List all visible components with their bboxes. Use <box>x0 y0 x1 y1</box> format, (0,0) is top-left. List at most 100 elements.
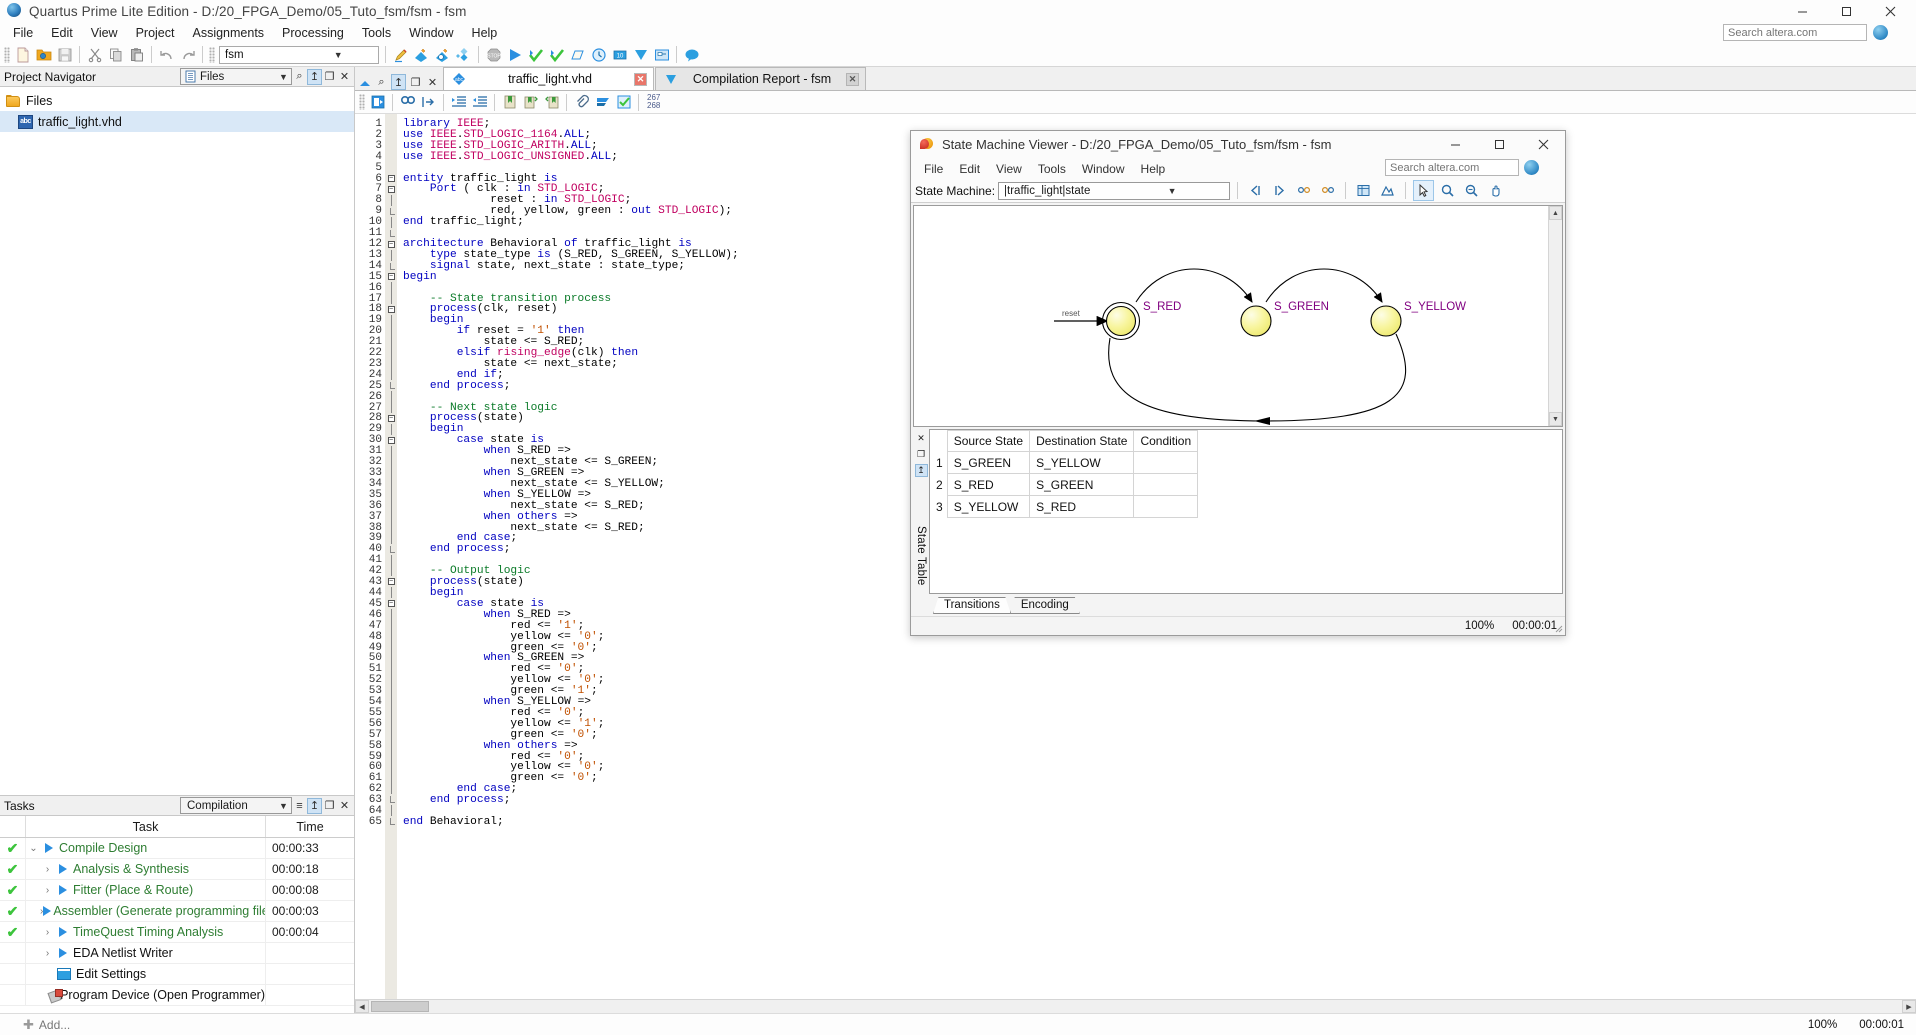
tasks-flow-selector[interactable]: Compilation ▼ <box>180 797 292 814</box>
smv-menu-file[interactable]: File <box>916 160 951 178</box>
tab-close-icon[interactable]: ✕ <box>634 72 647 86</box>
tab-transitions[interactable]: Transitions <box>933 597 1011 614</box>
scrollbar-thumb[interactable] <box>371 1001 429 1012</box>
tab-encoding[interactable]: Encoding <box>1009 597 1080 614</box>
toolbar-grip[interactable] <box>4 46 10 63</box>
increase-indent-icon[interactable] <box>448 92 469 113</box>
paste-icon[interactable] <box>126 44 147 65</box>
save-file-icon[interactable] <box>54 44 75 65</box>
task-row-edit-settings[interactable]: Edit Settings <box>0 964 354 985</box>
task-row-timequest[interactable]: ✔ › TimeQuest Timing Analysis 00:00:04 <box>0 922 354 943</box>
navigator-close-icon[interactable]: ✕ <box>337 69 352 85</box>
bookmark-next-icon[interactable] <box>520 92 541 113</box>
menu-assignments[interactable]: Assignments <box>183 24 273 42</box>
check-syntax-icon[interactable] <box>613 92 634 113</box>
fold-collapse-icon[interactable]: − <box>387 436 395 444</box>
scroll-up-icon[interactable]: ▲ <box>1549 206 1562 220</box>
rtl-viewer-icon[interactable] <box>651 44 672 65</box>
tab-compilation-report[interactable]: Compilation Report - fsm ✕ <box>655 67 866 90</box>
editor-toolbar-grip[interactable] <box>359 94 365 110</box>
code-line[interactable]: when S_YELLOW => <box>403 696 1916 708</box>
zoom-tool-icon[interactable] <box>1437 180 1458 201</box>
pan-hand-icon[interactable] <box>1485 180 1506 201</box>
analysis-synthesis-icon[interactable] <box>432 44 453 65</box>
insert-template-icon[interactable] <box>367 92 388 113</box>
state-diagram-canvas[interactable]: reset S_RED S_GREEN S_YELLOW <box>914 206 1548 426</box>
fold-collapse-icon[interactable]: − <box>387 175 395 183</box>
smv-resize-grip[interactable] <box>1551 621 1563 633</box>
fold-collapse-icon[interactable]: − <box>387 578 395 586</box>
code-line[interactable]: red <= '0'; <box>403 751 1916 763</box>
cut-icon[interactable] <box>84 44 105 65</box>
state-table-scroll[interactable]: Source State Destination State Condition… <box>929 429 1563 594</box>
smv-minimize-button[interactable] <box>1433 131 1477 158</box>
expand-twisty[interactable]: › <box>40 864 55 875</box>
navigator-float-icon[interactable]: ❐ <box>322 69 337 85</box>
chevron-down-icon[interactable]: ▼ <box>1116 186 1228 196</box>
editor-search-icon[interactable]: ⌕ <box>374 74 389 90</box>
expand-twisty[interactable]: ⌄ <box>26 843 41 854</box>
redo-icon[interactable] <box>177 44 198 65</box>
code-line[interactable]: end case; <box>403 784 1916 795</box>
fold-collapse-icon[interactable]: − <box>387 414 395 422</box>
maximize-button[interactable] <box>1824 0 1868 22</box>
smv-search-globe-icon[interactable] <box>1524 160 1539 175</box>
editor-float-icon[interactable]: ❐ <box>408 74 423 90</box>
table-row[interactable]: 3 S_YELLOW S_RED <box>930 495 1199 518</box>
fold-collapse-icon[interactable]: − <box>387 240 395 248</box>
assembler-icon[interactable]: 10 <box>609 44 630 65</box>
smv-menu-help[interactable]: Help <box>1133 160 1174 178</box>
code-line[interactable]: yellow <= '1'; <box>403 718 1916 730</box>
start-compilation-icon[interactable] <box>504 44 525 65</box>
timing-analyzer-icon[interactable] <box>588 44 609 65</box>
menu-window[interactable]: Window <box>400 24 462 42</box>
code-line[interactable]: end process; <box>403 795 1916 806</box>
navigate-back-icon[interactable] <box>1245 180 1266 201</box>
fold-collapse-icon[interactable]: − <box>387 186 395 194</box>
table-row[interactable]: 1 S_GREEN S_YELLOW <box>930 451 1199 474</box>
smv-maximize-button[interactable] <box>1477 131 1521 158</box>
code-line[interactable]: end Behavioral; <box>403 816 1916 828</box>
table-row[interactable]: 2 S_RED S_GREEN <box>930 473 1199 496</box>
menu-view[interactable]: View <box>82 24 127 42</box>
bookmark-toggle-icon[interactable] <box>499 92 520 113</box>
fold-collapse-icon[interactable]: − <box>387 600 395 608</box>
code-line[interactable]: library IEEE; <box>403 118 1916 130</box>
decrease-indent-icon[interactable] <box>469 92 490 113</box>
smv-menu-tools[interactable]: Tools <box>1030 160 1074 178</box>
menu-tools[interactable]: Tools <box>353 24 400 42</box>
navigate-forward-icon[interactable] <box>1269 180 1290 201</box>
comment-block-icon[interactable] <box>592 92 613 113</box>
revision-selector[interactable]: fsm ▼ <box>219 45 379 64</box>
help-bubble-icon[interactable] <box>681 44 702 65</box>
undo-icon[interactable] <box>156 44 177 65</box>
scroll-right-icon[interactable]: ▶ <box>1902 1000 1916 1013</box>
pin-planner-icon[interactable] <box>567 44 588 65</box>
state-table-close-icon[interactable]: ✕ <box>915 432 928 445</box>
navigator-pin-icon[interactable]: ↥ <box>307 68 322 85</box>
show-state-table-icon[interactable] <box>1353 180 1374 201</box>
code-line[interactable] <box>403 806 1916 817</box>
menu-file[interactable]: File <box>4 24 42 42</box>
zoom-fit-icon[interactable] <box>1461 180 1482 201</box>
menu-help[interactable]: Help <box>463 24 507 42</box>
expand-twisty[interactable]: › <box>40 927 55 938</box>
state-diagram-panel[interactable]: reset S_RED S_GREEN S_YELLOW ▲ ▼ <box>913 205 1563 427</box>
chevron-down-icon[interactable]: ▼ <box>277 801 290 811</box>
fold-collapse-icon[interactable]: − <box>387 306 395 314</box>
scroll-down-icon[interactable]: ▼ <box>1549 412 1562 426</box>
tree-node-files[interactable]: Files <box>0 90 354 111</box>
copy-icon[interactable] <box>105 44 126 65</box>
tree-node-traffic-light-vhd[interactable]: abc traffic_light.vhd <box>0 111 354 132</box>
editor-panel-icon[interactable] <box>358 75 372 89</box>
code-line[interactable]: red <= '0'; <box>403 707 1916 719</box>
state-machine-selector[interactable]: |traffic_light|state ▼ <box>998 181 1231 200</box>
expand-twisty[interactable]: › <box>40 885 55 896</box>
menu-processing[interactable]: Processing <box>273 24 353 42</box>
editor-horizontal-scrollbar[interactable]: ◀ ▶ <box>355 999 1916 1013</box>
code-line[interactable]: yellow <= '0'; <box>403 675 1916 686</box>
task-row-eda-netlist-writer[interactable]: › EDA Netlist Writer <box>0 943 354 964</box>
smv-menu-view[interactable]: View <box>988 160 1030 178</box>
editor-close-icon[interactable]: ✕ <box>425 74 440 90</box>
run-arrow-icon[interactable] <box>55 885 71 895</box>
